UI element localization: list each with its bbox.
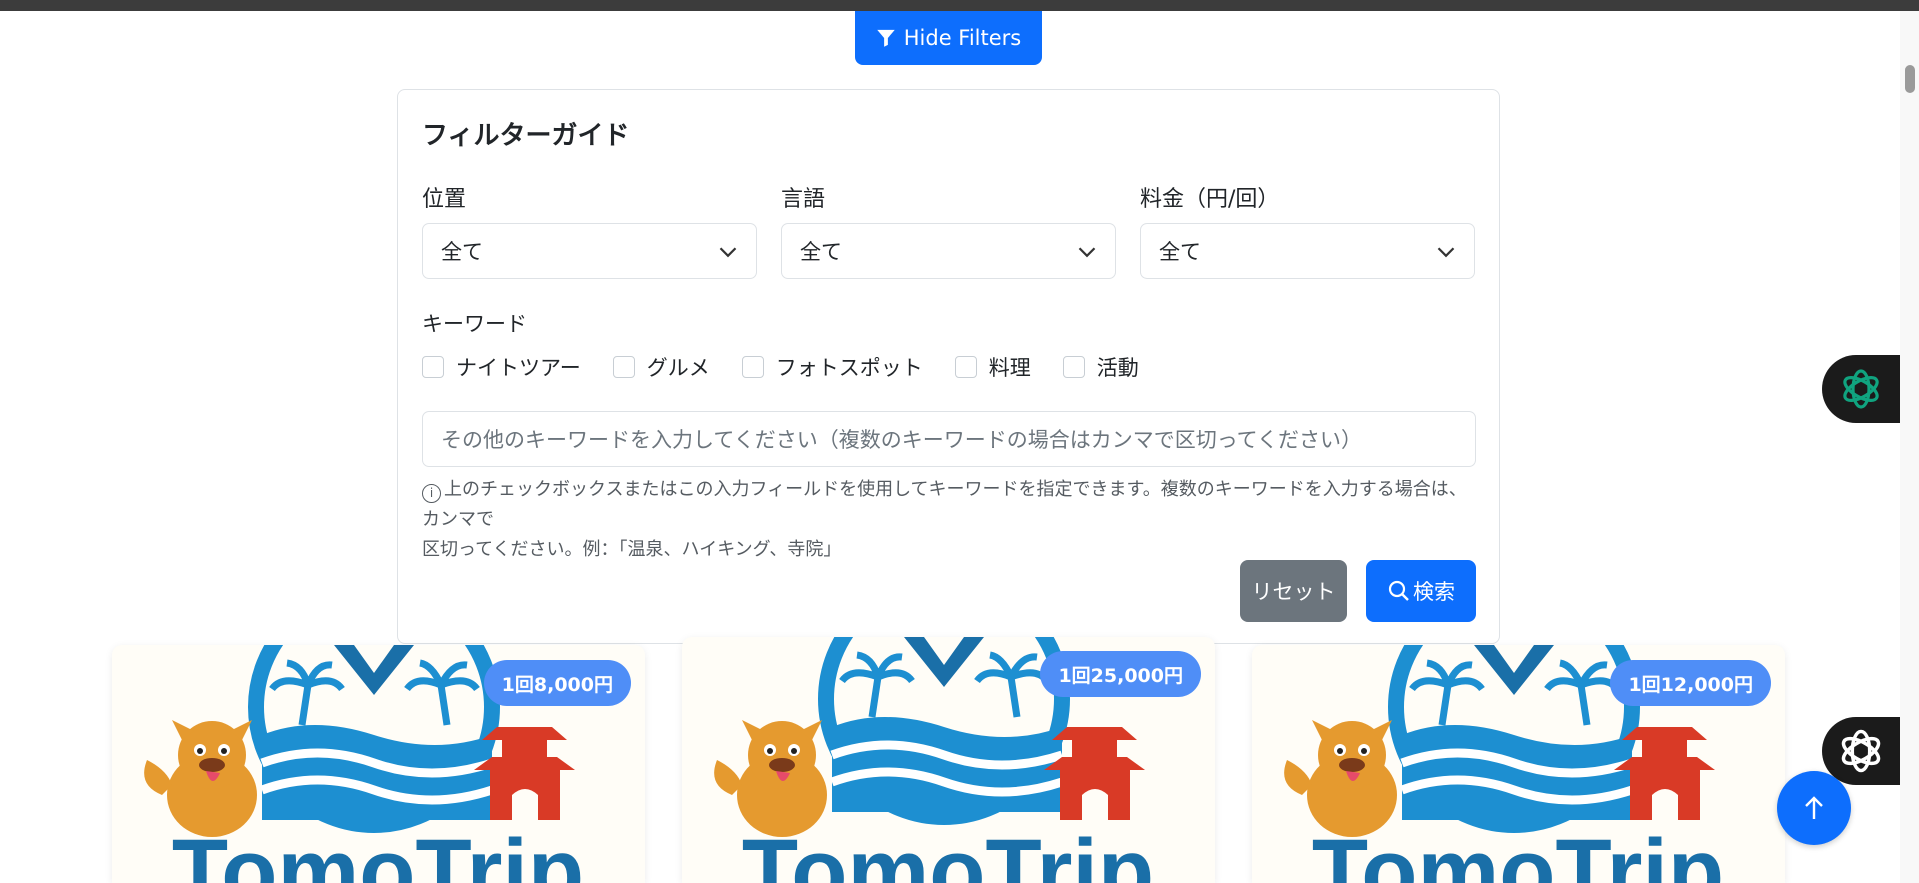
chat-widget-tab[interactable] [1822,717,1900,785]
price-badge: 1回8,000円 [483,660,631,706]
chevron-down-icon [1437,247,1455,258]
filter-guide-panel: フィルターガイド 位置 言語 料金（円/回） 全て 全て 全て キーワード ナイ… [397,89,1500,644]
checkbox-box[interactable] [1062,356,1085,378]
checkbox-photo-spot[interactable]: フォトスポット [741,352,923,382]
checkbox-box[interactable] [741,356,764,378]
price-badge: 1回12,000円 [1610,660,1771,706]
search-button[interactable]: 検索 [1366,560,1476,622]
filter-icon [877,29,895,47]
location-select-value: 全て [441,240,483,264]
checkbox-box[interactable] [612,356,635,378]
ai-assistant-tab[interactable] [1822,355,1900,423]
keyword-input[interactable]: その他のキーワードを入力してください（複数のキーワードの場合はカンマで区切ってく… [422,411,1476,467]
language-select-value: 全て [800,240,842,264]
hide-filters-button[interactable]: Hide Filters [855,11,1042,65]
keyword-label: キーワード [422,312,527,336]
card-brand-text: TomoTrip [742,821,1154,883]
help-line-1: 上のチェックボックスまたはこの入力フィールドを使用してキーワードを指定できます。… [422,479,1467,530]
checkbox-activity[interactable]: 活動 [1062,352,1139,382]
checkbox-label: 料理 [988,356,1031,380]
location-select[interactable]: 全て [422,223,757,279]
price-label: 料金（円/回） [1140,187,1280,212]
browser-top-bar [0,0,1919,11]
openai-icon [1841,729,1881,773]
search-label: 検索 [1413,580,1455,604]
keyword-help-text: i 上のチェックボックスまたはこの入力フィールドを使用してキーワードを指定できます… [422,475,1482,565]
checkbox-cooking[interactable]: 料理 [954,352,1031,382]
card-brand-text: TomoTrip [172,821,584,883]
search-icon [1388,580,1409,601]
reset-label: リセット [1251,580,1336,604]
card-brand-text: TomoTrip [1312,821,1724,883]
guide-card[interactable]: TomoTrip 1回8,000円 [112,645,645,883]
checkbox-box[interactable] [422,356,444,378]
price-select-value: 全て [1159,240,1201,264]
language-select[interactable]: 全て [781,223,1116,279]
guide-card[interactable]: TomoTrip 1回12,000円 [1252,645,1785,883]
chevron-down-icon [1078,247,1096,258]
checkbox-label: 活動 [1096,356,1139,380]
scroll-to-top-button[interactable] [1777,771,1851,845]
keyword-checkbox-group: ナイトツアー グルメ フォトスポット 料理 活動 [422,352,1171,382]
checkbox-box[interactable] [954,356,977,378]
reset-button[interactable]: リセット [1240,560,1347,622]
page-scrollbar[interactable] [1900,11,1919,883]
chevron-down-icon [719,247,737,258]
openai-icon [1843,369,1879,409]
panel-title: フィルターガイド [422,121,630,151]
language-label: 言語 [781,187,826,212]
price-badge: 1回25,000円 [1040,651,1201,697]
guide-card[interactable]: TomoTrip 1回25,000円 [682,637,1215,883]
checkbox-label: ナイトツアー [456,356,581,380]
help-line-2: 区切ってください。例：「温泉、ハイキング、寺院」 [422,539,842,560]
arrow-up-icon [1805,796,1823,819]
hide-filters-label: Hide Filters [903,26,1022,50]
price-select[interactable]: 全て [1140,223,1475,279]
checkbox-label: フォトスポット [775,356,923,380]
scrollbar-thumb[interactable] [1905,65,1915,93]
info-icon: i [422,484,441,503]
checkbox-night-tour[interactable]: ナイトツアー [422,352,581,382]
keyword-input-placeholder: その他のキーワードを入力してください（複数のキーワードの場合はカンマで区切ってく… [441,428,1363,452]
checkbox-gourmet[interactable]: グルメ [612,352,710,382]
checkbox-label: グルメ [646,356,710,380]
location-label: 位置 [422,187,467,212]
